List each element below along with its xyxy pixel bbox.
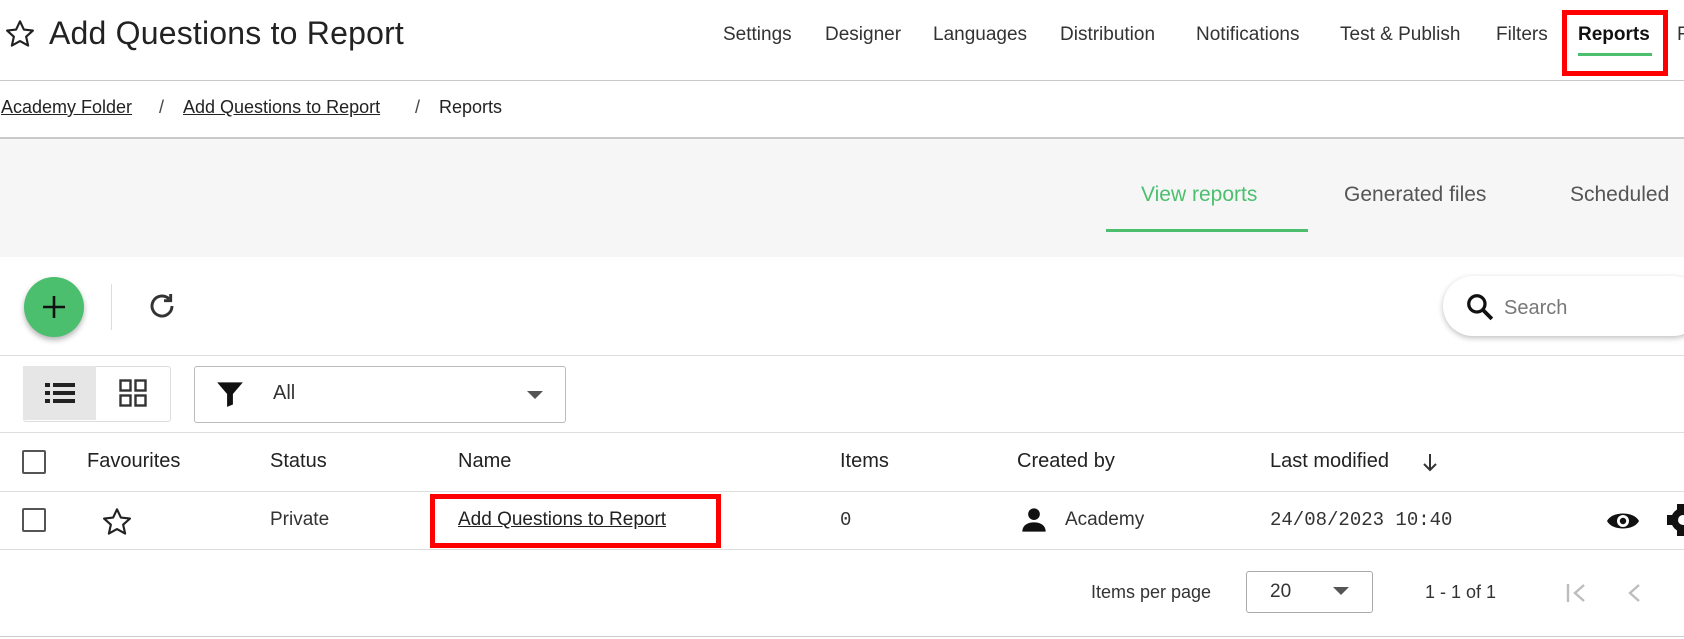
column-items[interactable]: Items <box>840 450 889 473</box>
nav-more-truncated[interactable]: R <box>1677 24 1684 46</box>
nav-languages[interactable]: Languages <box>933 24 1027 46</box>
user-icon <box>1022 508 1046 532</box>
filter-selected-value: All <box>273 382 296 404</box>
chevron-down-icon <box>527 391 543 399</box>
breadcrumb-survey[interactable]: Add Questions to Report <box>183 97 380 118</box>
filter-icon <box>217 382 243 407</box>
column-status[interactable]: Status <box>270 450 327 473</box>
grid-view-button[interactable] <box>97 366 169 420</box>
table-header-border <box>0 491 1684 492</box>
star-icon[interactable] <box>4 18 36 50</box>
items-per-page-label: Items per page <box>1091 582 1212 602</box>
nav-filters[interactable]: Filters <box>1496 24 1548 46</box>
tab-scheduled[interactable]: Scheduled <box>1570 183 1669 207</box>
row-items: 0 <box>840 509 852 531</box>
row-select-checkbox[interactable] <box>22 508 46 532</box>
favourite-star-icon[interactable] <box>101 506 133 538</box>
nav-settings[interactable]: Settings <box>723 24 792 46</box>
page-size-value: 20 <box>1270 581 1292 602</box>
sort-descending-icon[interactable] <box>1422 453 1438 473</box>
breadcrumb-current: Reports <box>439 97 503 117</box>
tab-active-indicator <box>1106 229 1308 232</box>
select-all-checkbox[interactable] <box>22 450 46 474</box>
page-range: 1 - 1 of 1 <box>1425 582 1497 602</box>
breadcrumb-academy-folder[interactable]: Academy Folder <box>1 97 132 118</box>
search-icon <box>1467 294 1494 321</box>
list-view-icon <box>44 383 75 403</box>
column-last-modified[interactable]: Last modified <box>1270 450 1389 473</box>
table-top-border <box>0 432 1684 433</box>
refresh-icon[interactable] <box>146 290 178 322</box>
page-size-dropdown[interactable] <box>1246 571 1373 613</box>
status-filter-dropdown[interactable] <box>194 366 566 423</box>
chevron-down-icon <box>1333 587 1349 595</box>
add-report-button[interactable] <box>24 277 84 337</box>
row-status: Private <box>270 509 330 530</box>
toolbar-divider <box>111 284 112 330</box>
nav-test-publish[interactable]: Test & Publish <box>1340 24 1460 46</box>
plus-icon <box>43 296 65 318</box>
nav-distribution[interactable]: Distribution <box>1060 24 1155 46</box>
row-last-modified: 24/08/2023 10:40 <box>1270 509 1453 531</box>
previous-page-icon[interactable] <box>1625 582 1643 604</box>
eye-icon[interactable] <box>1606 506 1640 536</box>
search-input[interactable] <box>1502 292 1666 324</box>
breadcrumb-separator: / <box>159 97 165 117</box>
gear-icon[interactable] <box>1666 503 1684 537</box>
page-title: Add Questions to Report <box>49 15 405 51</box>
tab-generated-files[interactable]: Generated files <box>1344 183 1486 207</box>
reports-highlight-box <box>1562 10 1668 76</box>
nav-designer[interactable]: Designer <box>825 24 901 46</box>
column-created-by[interactable]: Created by <box>1017 450 1115 473</box>
name-highlight-box <box>430 494 721 548</box>
nav-notifications[interactable]: Notifications <box>1196 24 1300 46</box>
panel-bottom-border <box>0 636 1684 637</box>
column-name[interactable]: Name <box>458 450 511 473</box>
list-view-button[interactable] <box>23 366 96 420</box>
tab-view-reports[interactable]: View reports <box>1141 183 1257 207</box>
toolbar-separator <box>0 355 1684 356</box>
row-created-by: Academy <box>1065 509 1145 530</box>
breadcrumb-separator: / <box>415 97 421 117</box>
grid-view-icon <box>119 379 147 407</box>
first-page-icon[interactable] <box>1565 582 1589 604</box>
table-row-border <box>0 549 1684 550</box>
column-favourites[interactable]: Favourites <box>87 450 180 473</box>
